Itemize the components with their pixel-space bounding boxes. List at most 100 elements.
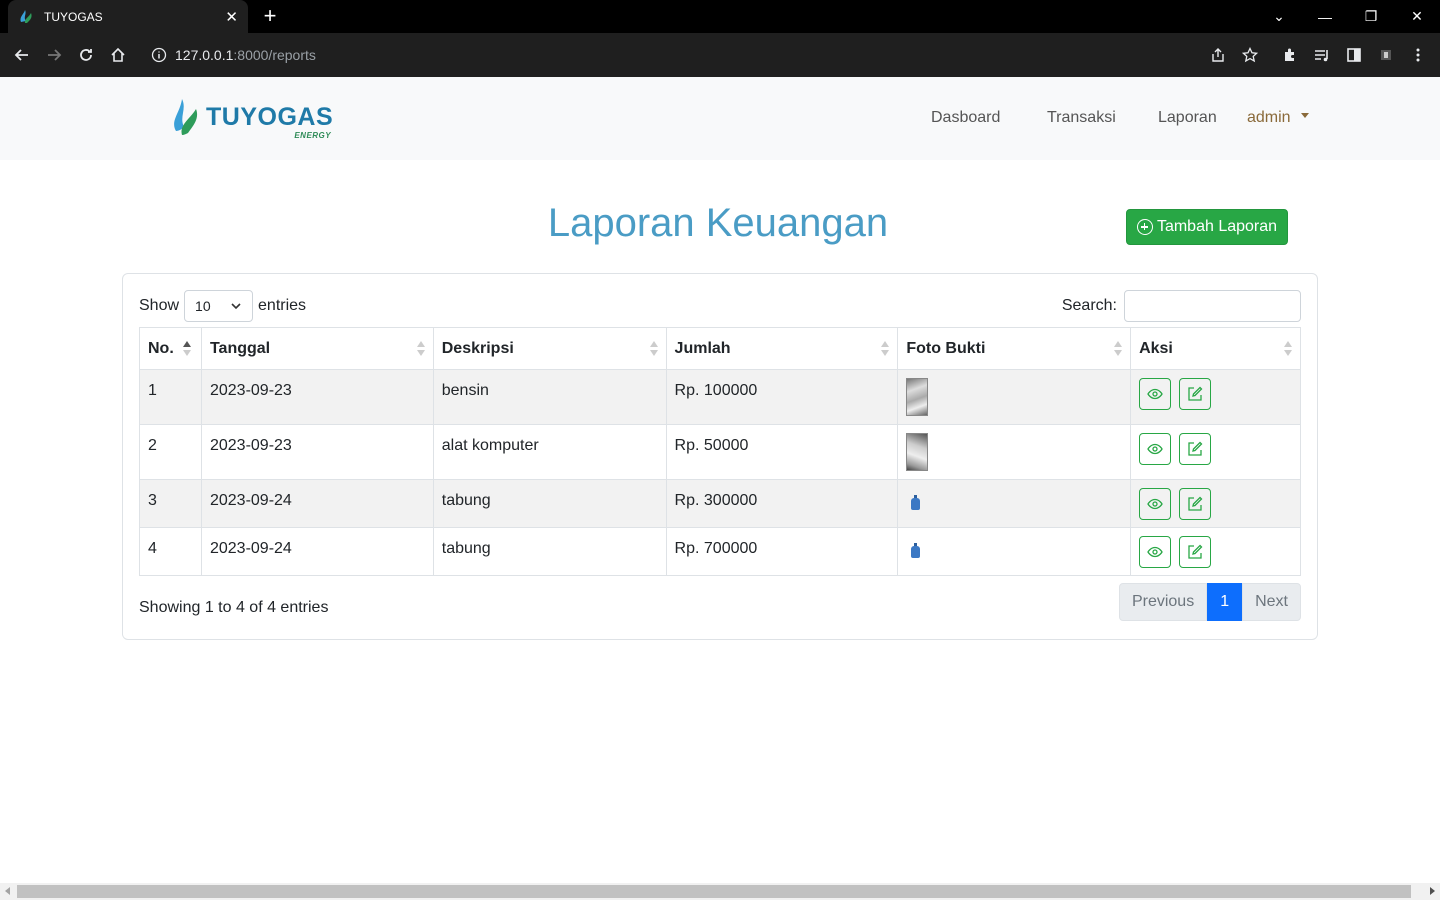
next-page-button[interactable]: Next (1242, 583, 1301, 621)
tab-search-icon[interactable]: ⌄ (1256, 0, 1302, 33)
browser-tab[interactable]: TUYOGAS ✕ (8, 0, 248, 33)
column-header-deskripsi[interactable]: Deskripsi (432, 327, 667, 370)
receipt-photo-thumbnail[interactable] (906, 433, 929, 471)
page-1-button[interactable]: 1 (1207, 583, 1243, 621)
edit-icon (1188, 441, 1203, 456)
cell-aksi (1130, 527, 1301, 576)
side-panel-icon[interactable] (1339, 40, 1369, 70)
cell-jumlah: Rp. 100000 (665, 369, 899, 425)
menu-kebab-icon[interactable] (1403, 40, 1433, 70)
scrollbar-thumb[interactable] (17, 885, 1411, 898)
table-info: Showing 1 to 4 of 4 entries (139, 599, 329, 616)
chevron-down-icon (231, 303, 241, 310)
user-name: admin (1247, 109, 1291, 126)
add-report-button[interactable]: Tambah Laporan (1126, 209, 1288, 245)
gas-cylinder-icon[interactable] (911, 543, 921, 558)
cell-deskripsi: bensin (432, 369, 667, 425)
column-header-jumlah[interactable]: Jumlah (665, 327, 899, 370)
column-header-foto-bukti[interactable]: Foto Bukti (897, 327, 1132, 370)
profile-icon[interactable] (1371, 40, 1401, 70)
view-button[interactable] (1139, 488, 1172, 520)
cell-foto (897, 369, 1132, 425)
cell-deskripsi: alat komputer (432, 424, 667, 480)
cell-jumlah: Rp. 50000 (665, 424, 899, 480)
browser-tabbar: TUYOGAS ✕ + ⌄ — ❐ ✕ (0, 0, 1440, 33)
entries-label: entries (258, 297, 307, 314)
site-info-icon[interactable] (151, 47, 167, 63)
minimize-button[interactable]: — (1302, 0, 1348, 33)
edit-button[interactable] (1179, 433, 1212, 465)
edit-button[interactable] (1179, 378, 1212, 410)
bookmark-star-icon[interactable] (1235, 40, 1265, 70)
view-button[interactable] (1139, 433, 1172, 465)
receipt-photo-thumbnail[interactable] (906, 378, 929, 416)
gas-cylinder-icon[interactable] (911, 495, 921, 510)
brand-logo[interactable]: TUYOGAS ENERGY (170, 97, 340, 141)
share-icon[interactable] (1203, 40, 1233, 70)
cell-aksi (1130, 369, 1301, 425)
edit-button[interactable] (1179, 488, 1212, 520)
scroll-right-icon[interactable] (1430, 887, 1435, 895)
cell-foto (897, 424, 1132, 480)
home-button[interactable] (103, 40, 133, 70)
extensions-icon[interactable] (1275, 40, 1305, 70)
eye-icon (1147, 498, 1163, 510)
edit-icon (1188, 544, 1203, 559)
column-header-no[interactable]: No. (139, 327, 202, 370)
cell-tanggal: 2023-09-24 (200, 479, 434, 528)
show-label: Show (139, 297, 180, 314)
back-button[interactable] (7, 40, 37, 70)
view-button[interactable] (1139, 378, 1172, 410)
column-header-aksi[interactable]: Aksi (1130, 327, 1301, 370)
add-report-label: Tambah Laporan (1156, 218, 1278, 235)
reports-card: Show 10 entries Search: No. Tanggal Desk… (122, 273, 1318, 640)
cell-no: 4 (139, 527, 202, 576)
cell-aksi (1130, 424, 1301, 480)
nav-transaksi[interactable]: Transaksi (1047, 109, 1116, 127)
sort-icon (881, 341, 890, 357)
new-tab-button[interactable]: + (258, 3, 282, 29)
column-header-tanggal[interactable]: Tanggal (200, 327, 434, 370)
cell-no: 2 (139, 424, 202, 480)
entries-select[interactable]: 10 (184, 290, 254, 322)
tab-close-icon[interactable]: ✕ (225, 8, 238, 26)
eye-icon (1147, 443, 1163, 455)
pagination: Previous 1 Next (1118, 583, 1301, 621)
cell-foto (897, 527, 1132, 576)
scroll-left-icon[interactable] (5, 887, 10, 895)
flame-logo-icon (174, 99, 198, 135)
eye-icon (1147, 388, 1163, 400)
view-button[interactable] (1139, 536, 1172, 568)
table-row: 2 2023-09-23 alat komputer Rp. 50000 (139, 424, 1301, 480)
edit-icon (1188, 496, 1203, 511)
address-bar[interactable]: 127.0.0.1:8000/reports (145, 40, 1190, 70)
reload-button[interactable] (71, 40, 101, 70)
restore-button[interactable]: ❐ (1348, 0, 1394, 33)
browser-toolbar: 127.0.0.1:8000/reports (0, 33, 1440, 77)
reload-icon (80, 49, 92, 61)
search-input[interactable] (1124, 290, 1301, 322)
eye-icon (1147, 546, 1163, 558)
reading-list-icon[interactable] (1307, 40, 1337, 70)
user-menu-dropdown[interactable]: admin (1247, 109, 1309, 127)
brand-name: TUYOGAS ENERGY (206, 103, 334, 140)
sort-icon (416, 341, 425, 357)
forward-button[interactable] (39, 40, 69, 70)
cell-tanggal: 2023-09-23 (200, 424, 434, 480)
previous-page-button[interactable]: Previous (1118, 583, 1208, 621)
web-page: TUYOGAS ENERGY Dasboard Transaksi Laporan… (0, 77, 1440, 883)
edit-button[interactable] (1179, 536, 1212, 568)
home-icon (111, 47, 125, 62)
edit-icon (1188, 386, 1203, 401)
nav-dashboard[interactable]: Dasboard (931, 109, 1000, 127)
brand-subtitle: ENERGY (294, 131, 332, 140)
close-window-button[interactable]: ✕ (1394, 0, 1440, 33)
table-row: 1 2023-09-23 bensin Rp. 100000 (139, 369, 1301, 425)
arrow-left-icon (14, 49, 28, 61)
cell-foto (897, 479, 1132, 528)
horizontal-scrollbar[interactable] (0, 883, 1440, 900)
cell-no: 1 (139, 369, 202, 425)
nav-laporan[interactable]: Laporan (1158, 109, 1217, 127)
sort-asc-icon (182, 341, 191, 357)
sort-icon (649, 341, 658, 357)
